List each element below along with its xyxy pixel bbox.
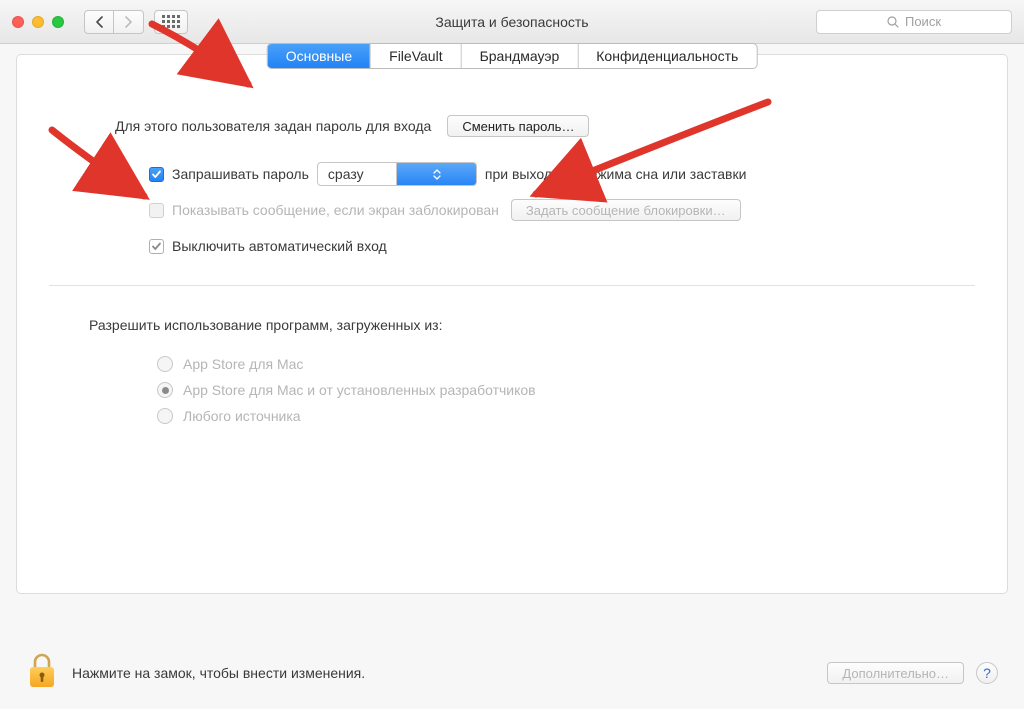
tab-bar: Основные FileVault Брандмауэр Конфиденци… [267, 43, 758, 69]
help-button[interactable]: ? [976, 662, 998, 684]
settings-panel: Основные FileVault Брандмауэр Конфиденци… [16, 54, 1008, 594]
allow-apps-heading: Разрешить использование программ, загруж… [89, 317, 442, 333]
radio-appstore-label: App Store для Mac [183, 356, 303, 372]
dropdown-value: сразу [318, 166, 397, 182]
chevron-updown-icon [396, 163, 476, 185]
password-set-text: Для этого пользователя задан пароль для … [115, 118, 431, 134]
content-area: Основные FileVault Брандмауэр Конфиденци… [0, 44, 1024, 637]
tab-filevault[interactable]: FileVault [371, 44, 461, 68]
after-sleep-text: при выходе из режима сна или заставки [485, 166, 747, 182]
show-all-button[interactable] [154, 10, 188, 34]
divider [49, 285, 975, 286]
lock-icon[interactable] [26, 651, 58, 696]
radio-anywhere-label: Любого источника [183, 408, 301, 424]
search-input[interactable]: Поиск [816, 10, 1012, 34]
nav-buttons [84, 10, 144, 34]
tab-firewall[interactable]: Брандмауэр [462, 44, 579, 68]
window-title: Защита и безопасность [435, 14, 588, 30]
require-password-label: Запрашивать пароль [172, 166, 309, 182]
back-button[interactable] [84, 10, 114, 34]
lock-hint-text: Нажмите на замок, чтобы внести изменения… [72, 665, 365, 681]
search-icon [887, 16, 899, 28]
close-window-button[interactable] [12, 16, 24, 28]
search-placeholder: Поиск [905, 14, 941, 29]
require-password-checkbox[interactable] [149, 167, 164, 182]
change-password-button[interactable]: Сменить пароль… [447, 115, 589, 137]
radio-appstore [157, 356, 173, 372]
forward-button[interactable] [114, 10, 144, 34]
show-lock-message-label: Показывать сообщение, если экран заблоки… [172, 202, 499, 218]
titlebar: Защита и безопасность Поиск [0, 0, 1024, 44]
radio-appstore-dev [157, 382, 173, 398]
set-lock-message-button: Задать сообщение блокировки… [511, 199, 741, 221]
tab-privacy[interactable]: Конфиденциальность [578, 44, 756, 68]
radio-anywhere [157, 408, 173, 424]
window-controls [12, 16, 64, 28]
disable-autologin-label: Выключить автоматический вход [172, 238, 387, 254]
footer: Нажмите на замок, чтобы внести изменения… [0, 637, 1024, 709]
radio-appstore-dev-label: App Store для Mac и от установленных раз… [183, 382, 536, 398]
show-lock-message-checkbox [149, 203, 164, 218]
general-section: Для этого пользователя задан пароль для … [17, 113, 1007, 424]
disable-autologin-checkbox[interactable] [149, 239, 164, 254]
minimize-window-button[interactable] [32, 16, 44, 28]
grid-icon [162, 15, 180, 28]
tab-general[interactable]: Основные [268, 44, 371, 68]
maximize-window-button[interactable] [52, 16, 64, 28]
advanced-button[interactable]: Дополнительно… [827, 662, 964, 684]
require-password-delay-dropdown[interactable]: сразу [317, 162, 477, 186]
